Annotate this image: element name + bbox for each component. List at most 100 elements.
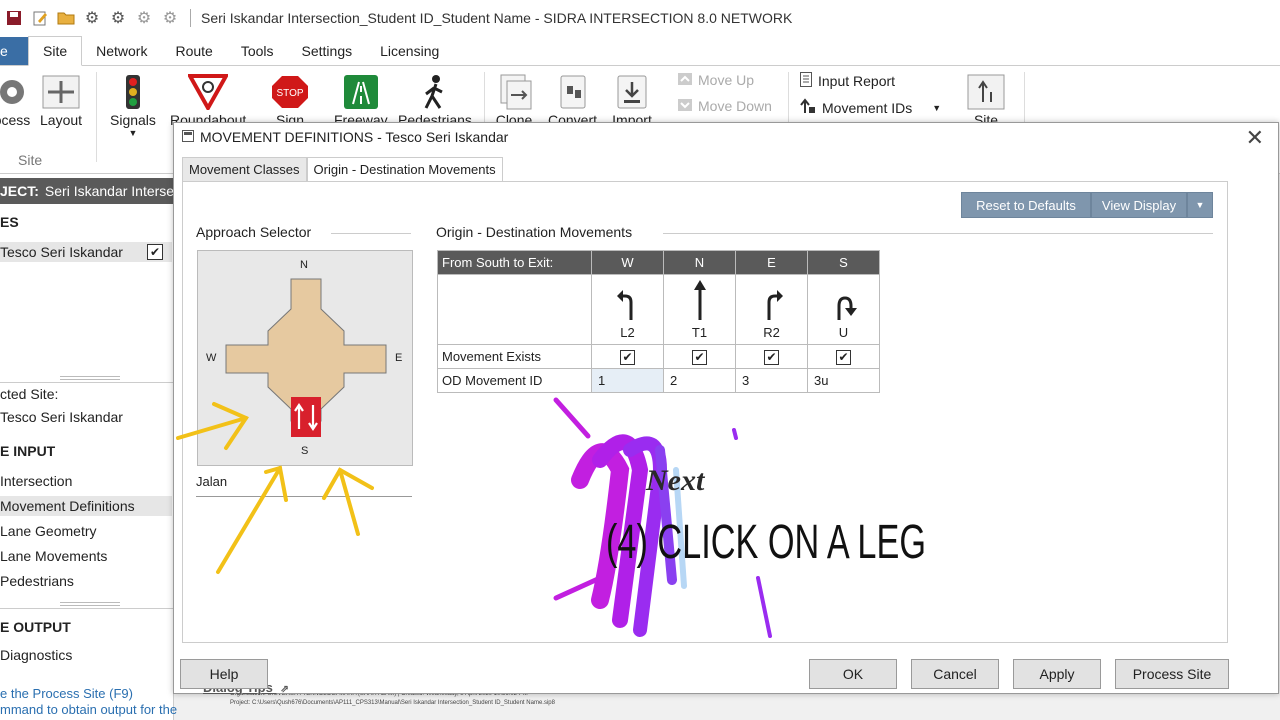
hint-line-1: e the Process Site (F9) — [0, 686, 133, 701]
layout-button[interactable]: Layout — [40, 72, 82, 128]
approach-name: Jalan — [196, 474, 228, 489]
tab-site[interactable]: Site — [28, 36, 83, 66]
dialog-tabs: Movement Classes Origin - Destination Mo… — [182, 157, 503, 182]
west-leg[interactable] — [226, 345, 268, 373]
svg-text:STOP: STOP — [276, 88, 303, 99]
tab-movement-classes[interactable]: Movement Classes — [182, 157, 307, 182]
pedestrians-button[interactable]: Pedestrians — [398, 72, 472, 128]
dialog-title: MOVEMENT DEFINITIONS - Tesco Seri Iskand… — [200, 129, 509, 145]
approach-selector: N S E W — [197, 250, 413, 466]
gear-grey-icon[interactable]: ⚙ — [134, 8, 154, 28]
apply-button[interactable]: Apply — [1013, 659, 1101, 689]
tab-network[interactable]: Network — [82, 37, 161, 65]
exists-cell-u: ✔ — [807, 344, 880, 369]
panel-splitter[interactable] — [60, 376, 120, 380]
exists-checkbox-u[interactable]: ✔ — [836, 349, 851, 365]
gears-grey-icon[interactable]: ⚙ — [160, 8, 180, 28]
input-item-lane-geometry[interactable]: Lane Geometry — [0, 523, 97, 539]
od-id-cell-u[interactable]: 3u — [807, 368, 880, 393]
od-movements-title: Origin - Destination Movements — [436, 224, 633, 240]
gear-icon[interactable]: ⚙ — [82, 8, 102, 28]
tab-od-movements[interactable]: Origin - Destination Movements — [306, 157, 503, 182]
od-id-cell-l2[interactable]: 1 — [591, 368, 664, 393]
move-down-button[interactable]: Move Down — [678, 98, 772, 114]
help-button[interactable]: Help — [180, 659, 268, 689]
input-item-movement-definitions[interactable]: Movement Definitions — [0, 496, 172, 516]
input-item-intersection[interactable]: Intersection — [0, 473, 72, 489]
dialog-content: Reset to Defaults View Display ▼ Approac… — [182, 181, 1228, 695]
freeway-button[interactable]: Freeway — [334, 72, 388, 128]
exit-header-w: W — [591, 250, 664, 275]
section-divider — [331, 233, 411, 234]
exists-checkbox-l2[interactable]: ✔ — [620, 349, 635, 365]
process-site-button[interactable]: Process Site — [1115, 659, 1229, 689]
movement-cell-u: U — [807, 274, 880, 345]
process-gear-icon — [0, 72, 32, 112]
compass-north: N — [300, 259, 308, 271]
edit-icon[interactable] — [30, 8, 50, 28]
od-id-cell-r2[interactable]: 3 — [735, 368, 808, 393]
dialog-app-icon — [182, 129, 194, 145]
table-header-row: From South to Exit: W N E S — [437, 250, 880, 275]
reset-defaults-button[interactable]: Reset to Defaults — [961, 192, 1091, 218]
tab-licensing[interactable]: Licensing — [366, 37, 453, 65]
table-header-label: From South to Exit: — [437, 250, 592, 275]
move-up-label: Move Up — [698, 72, 755, 88]
compass-west: W — [206, 352, 217, 364]
signals-button[interactable]: Signals ▼ — [110, 72, 156, 138]
process-button[interactable]: ocess — [0, 72, 32, 128]
north-leg[interactable] — [291, 279, 321, 309]
traffic-light-icon — [113, 72, 153, 112]
movement-ids-button[interactable]: Movement IDs ▼ — [800, 98, 941, 117]
tab-route[interactable]: Route — [161, 37, 226, 65]
input-item-lane-movements[interactable]: Lane Movements — [0, 548, 107, 564]
exists-cell-t1: ✔ — [663, 344, 736, 369]
open-folder-icon[interactable] — [56, 8, 76, 28]
input-report-button[interactable]: Input Report — [800, 72, 895, 90]
site-button[interactable]: Site — [966, 72, 1006, 128]
exit-header-s: S — [807, 250, 880, 275]
gears-icon[interactable]: ⚙ — [108, 8, 128, 28]
project-name: Seri Iskandar Interse — [44, 183, 174, 199]
layout-icon — [41, 72, 81, 112]
convert-button[interactable]: Convert — [548, 72, 597, 128]
exists-cell-r2: ✔ — [735, 344, 808, 369]
tab-tools[interactable]: Tools — [227, 37, 288, 65]
od-id-cell-t1[interactable]: 2 — [663, 368, 736, 393]
move-up-icon — [678, 72, 692, 88]
window-title: Seri Iskandar Intersection_Student ID_St… — [201, 10, 793, 26]
view-display-button[interactable]: View Display — [1091, 192, 1187, 218]
input-item-pedestrians[interactable]: Pedestrians — [0, 573, 74, 589]
layout-label: Layout — [40, 112, 83, 128]
site-include-checkbox[interactable]: ✔ — [147, 244, 163, 260]
ribbon-divider — [96, 72, 97, 162]
ok-button[interactable]: OK — [809, 659, 897, 689]
import-button[interactable]: Import — [612, 72, 652, 128]
movement-ids-label: Movement IDs — [822, 99, 913, 116]
output-item-diagnostics[interactable]: Diagnostics — [0, 647, 72, 663]
move-up-button[interactable]: Move Up — [678, 72, 754, 88]
freeway-sign-icon — [341, 72, 381, 112]
view-display-dropdown-icon[interactable]: ▼ — [1187, 192, 1213, 218]
project-label: JECT: — [0, 183, 39, 199]
movement-cell-t1: T1 — [663, 274, 736, 345]
exit-header-e: E — [735, 250, 808, 275]
clone-button[interactable]: Clone — [494, 72, 534, 128]
tab-settings[interactable]: Settings — [288, 37, 367, 65]
exists-checkbox-r2[interactable]: ✔ — [764, 349, 779, 365]
save-icon[interactable] — [4, 8, 24, 28]
selected-site-label: cted Site: — [0, 386, 59, 402]
cancel-button[interactable]: Cancel — [911, 659, 999, 689]
close-icon[interactable]: ✕ — [1246, 125, 1264, 151]
convert-icon — [553, 72, 593, 112]
east-leg[interactable] — [344, 345, 386, 373]
roundabout-button[interactable]: Roundabout — [170, 72, 246, 128]
panel-splitter[interactable] — [60, 602, 120, 606]
south-leg-selected[interactable] — [291, 397, 321, 437]
selected-site-value: Tesco Seri Iskandar — [0, 409, 123, 425]
title-bar: ⚙ ⚙ ⚙ ⚙ Seri Iskandar Intersection_Stude… — [0, 0, 1280, 36]
row-label-exists: Movement Exists — [437, 344, 592, 369]
tab-file[interactable]: e — [0, 37, 28, 65]
sign-button[interactable]: STOP Sign — [270, 72, 310, 128]
exists-checkbox-t1[interactable]: ✔ — [692, 349, 707, 365]
